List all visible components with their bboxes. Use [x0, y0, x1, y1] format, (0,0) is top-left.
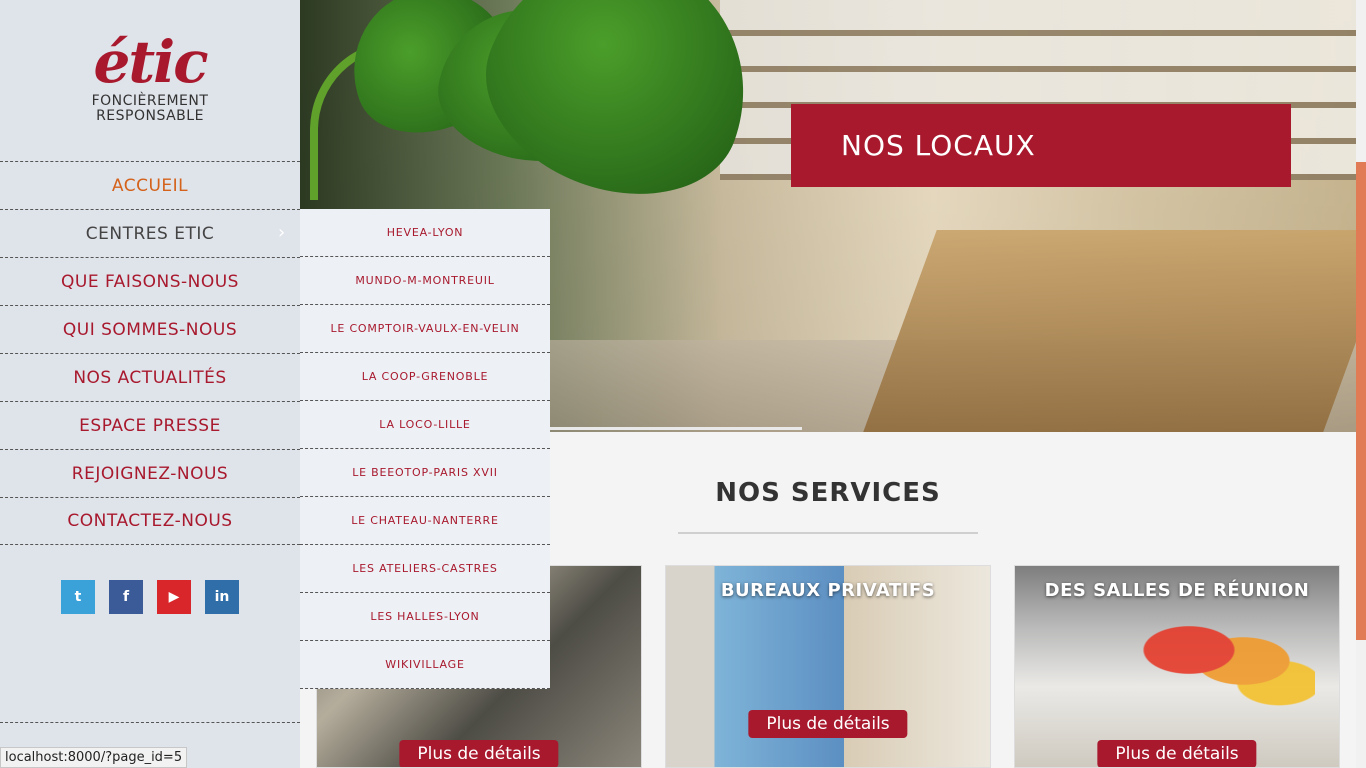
menu-item-espace-presse[interactable]: ESPACE PRESSE — [0, 401, 300, 449]
menu-item-accueil[interactable]: ACCUEIL — [0, 161, 300, 209]
service-card-bureaux-privatifs[interactable]: BUREAUX PRIVATIFS Plus de détails — [665, 565, 991, 768]
submenu-item-la-loco[interactable]: LA LOCO-LILLE — [300, 401, 550, 449]
submenu-item-les-halles[interactable]: LES HALLES-LYON — [300, 593, 550, 641]
logo-tagline-1: FONCIÈREMENT — [91, 93, 209, 109]
browser-status-url: localhost:8000/?page_id=5 — [0, 747, 188, 768]
submenu-item-les-ateliers[interactable]: LES ATELIERS-CASTRES — [300, 545, 550, 593]
services-divider — [678, 532, 978, 534]
facebook-icon[interactable]: f — [109, 580, 143, 614]
sidebar: étic FONCIÈREMENT RESPONSABLE ACCUEIL CE… — [0, 0, 300, 768]
centres-etic-submenu: HEVEA-LYON MUNDO-M-MONTREUIL LE COMPTOIR… — [300, 209, 550, 689]
menu-item-que-faisons-nous[interactable]: QUE FAISONS-NOUS — [0, 257, 300, 305]
etic-logo[interactable]: étic FONCIÈREMENT RESPONSABLE — [60, 30, 240, 140]
divider — [0, 722, 300, 723]
linkedin-icon[interactable]: in — [205, 580, 239, 614]
hero-caption[interactable]: NOS LOCAUX — [791, 104, 1291, 187]
main-menu: ACCUEIL CENTRES ETIC › QUE FAISONS-NOUS Q… — [0, 161, 300, 545]
page-scrollbar-thumb[interactable] — [1356, 162, 1366, 640]
menu-label: ACCUEIL — [111, 175, 189, 196]
service-card-title: BUREAUX PRIVATIFS — [720, 580, 936, 601]
menu-item-centres-etic[interactable]: CENTRES ETIC › — [0, 209, 300, 257]
menu-label: QUE FAISONS-NOUS — [61, 271, 239, 292]
details-button[interactable]: Plus de détails — [748, 710, 908, 738]
logo-tagline-2: RESPONSABLE — [96, 108, 204, 124]
menu-item-nos-actualites[interactable]: NOS ACTUALITÉS — [0, 353, 300, 401]
menu-label: NOS ACTUALITÉS — [73, 367, 227, 388]
menu-item-contactez-nous[interactable]: CONTACTEZ-NOUS — [0, 497, 300, 545]
submenu-item-mundo-m-montreuil[interactable]: MUNDO-M-MONTREUIL — [300, 257, 550, 305]
twitter-icon[interactable]: t — [61, 580, 95, 614]
details-button[interactable]: Plus de détails — [399, 740, 559, 767]
social-links: t f ▶ in — [61, 580, 239, 614]
service-card-salles-de-reunion[interactable]: DES SALLES DE RÉUNION Plus de détails — [1014, 565, 1340, 768]
menu-label: REJOIGNEZ-NOUS — [71, 463, 229, 484]
submenu-item-wikivillage[interactable]: WIKIVILLAGE — [300, 641, 550, 689]
menu-label: CONTACTEZ-NOUS — [67, 511, 233, 531]
world-map-mural — [1135, 606, 1315, 716]
submenu-item-le-comptoir[interactable]: LE COMPTOIR-VAULX-EN-VELIN — [300, 305, 550, 353]
chevron-right-icon: › — [278, 222, 286, 243]
services-title: NOS SERVICES — [715, 478, 941, 508]
hero-image-tables — [863, 230, 1356, 432]
menu-item-qui-sommes-nous[interactable]: QUI SOMMES-NOUS — [0, 305, 300, 353]
menu-label: CENTRES ETIC — [85, 223, 215, 244]
submenu-item-le-beeotop[interactable]: LE BEEOTOP-PARIS XVII — [300, 449, 550, 497]
menu-item-rejoignez-nous[interactable]: REJOIGNEZ-NOUS — [0, 449, 300, 497]
service-card-title: DES SALLES DE RÉUNION — [1044, 580, 1310, 601]
details-button[interactable]: Plus de détails — [1097, 740, 1257, 767]
youtube-icon[interactable]: ▶ — [157, 580, 191, 614]
slider-progress-bar — [550, 427, 802, 430]
submenu-item-la-coop[interactable]: LA COOP-GRENOBLE — [300, 353, 550, 401]
menu-label: ESPACE PRESSE — [79, 415, 221, 436]
menu-label: QUI SOMMES-NOUS — [62, 319, 238, 340]
logo-script: étic — [93, 28, 208, 96]
submenu-item-hevea-lyon[interactable]: HEVEA-LYON — [300, 209, 550, 257]
submenu-item-le-chateau[interactable]: LE CHATEAU-NANTERRE — [300, 497, 550, 545]
